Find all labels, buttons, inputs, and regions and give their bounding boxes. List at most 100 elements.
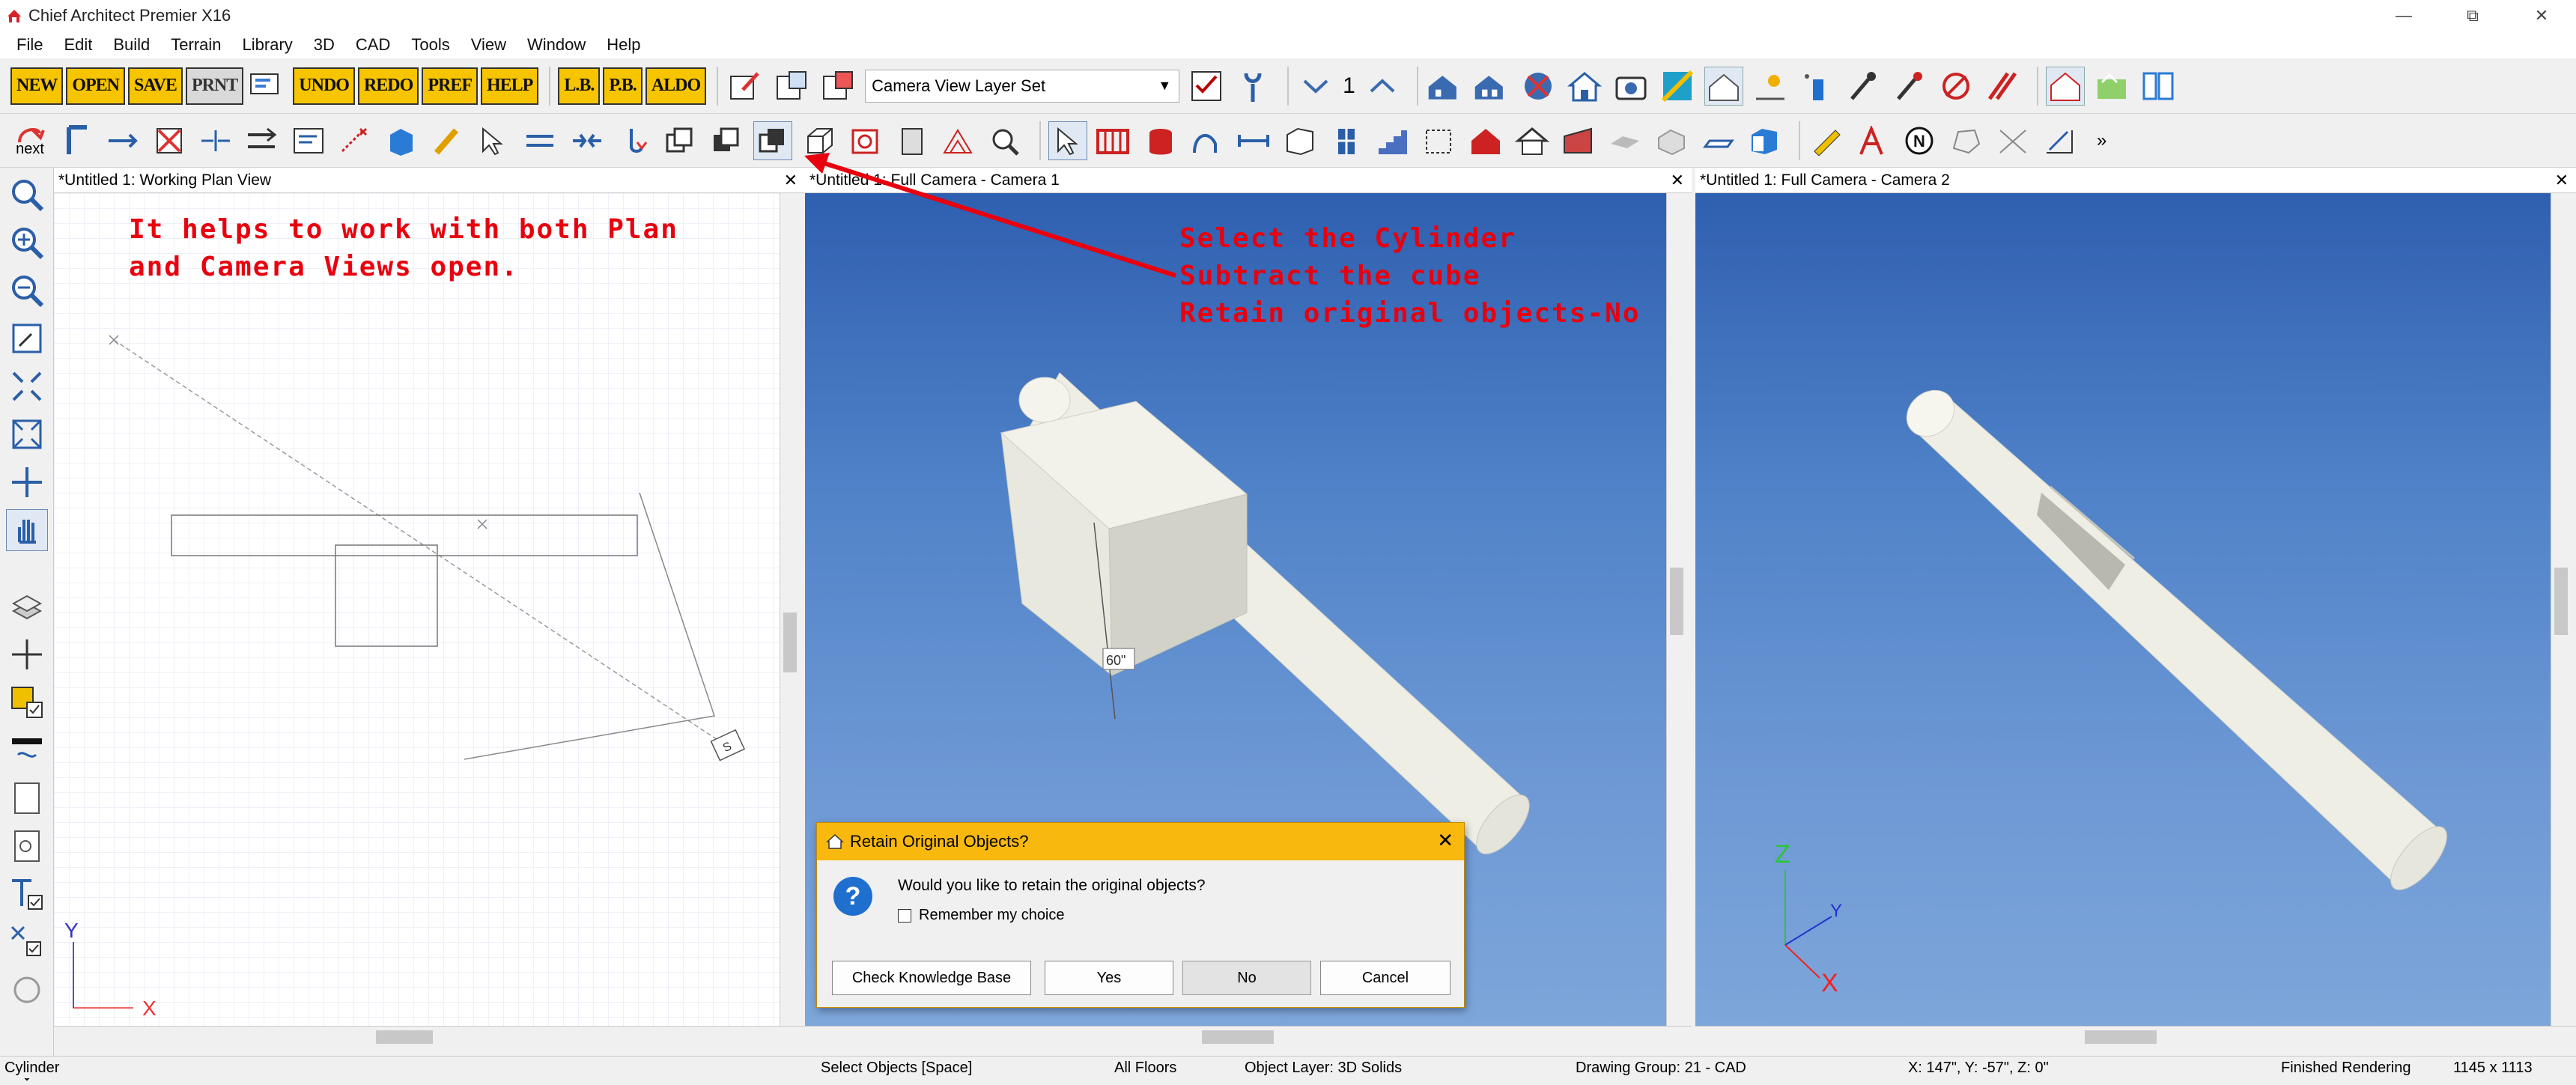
ruler-icon[interactable] xyxy=(1808,121,1847,160)
lb-button[interactable]: L.B. xyxy=(558,67,601,105)
scroll-thumb[interactable] xyxy=(783,613,797,672)
plan-view-icon[interactable] xyxy=(2045,66,2085,106)
plan-canvas[interactable]: S Y X xyxy=(54,193,780,1026)
pref-button[interactable]: PREF xyxy=(422,67,478,105)
menu-tools[interactable]: Tools xyxy=(401,35,460,55)
cube-3d[interactable]: 60" xyxy=(1000,401,1248,720)
menu-view[interactable]: View xyxy=(461,35,517,55)
grid-select-icon[interactable] xyxy=(1420,121,1459,160)
tile-windows-icon[interactable] xyxy=(2139,67,2178,106)
layer-check-icon[interactable] xyxy=(6,681,48,723)
shed-icon[interactable] xyxy=(1559,121,1598,160)
undo-button[interactable]: UNDO xyxy=(293,67,355,105)
close-icon[interactable]: ✕ xyxy=(1437,829,1453,852)
pb-button[interactable]: P.B. xyxy=(603,67,643,105)
text-edit-icon[interactable] xyxy=(289,121,328,160)
menu-help[interactable]: Help xyxy=(596,35,651,55)
plan-vertical-scrollbar[interactable] xyxy=(780,193,799,1026)
floor-down-icon[interactable] xyxy=(1296,67,1335,106)
stairs-icon[interactable] xyxy=(1373,121,1412,160)
break-line-icon[interactable] xyxy=(196,121,235,160)
snap-toggle-icon[interactable] xyxy=(6,921,48,963)
fill-window-icon[interactable] xyxy=(6,365,48,407)
undo-zoom-icon[interactable] xyxy=(6,317,48,359)
new-button[interactable]: NEW xyxy=(10,67,64,105)
menu-terrain[interactable]: Terrain xyxy=(160,35,231,55)
layers-icon[interactable] xyxy=(6,586,48,627)
redo-button[interactable]: REDO xyxy=(357,67,419,105)
minimize-button[interactable]: — xyxy=(2369,0,2438,31)
scroll-thumb[interactable] xyxy=(2085,1030,2157,1044)
menu-edit[interactable]: Edit xyxy=(53,35,103,55)
point-marker-icon[interactable] xyxy=(335,121,374,160)
plan-view-tab[interactable]: *Untitled 1: Working Plan View ✕ xyxy=(54,168,805,193)
dialog-icon[interactable] xyxy=(246,67,285,106)
fill-building-icon[interactable] xyxy=(6,461,48,503)
camera-1-horizontal-scrollbar[interactable] xyxy=(805,1026,1692,1047)
cross-line-icon[interactable] xyxy=(1993,121,2032,160)
check-knowledge-base-button[interactable]: Check Knowledge Base xyxy=(832,961,1031,995)
line-weight-icon[interactable] xyxy=(6,729,48,771)
zoom-icon[interactable] xyxy=(6,174,48,216)
camera-2-horizontal-scrollbar[interactable] xyxy=(1695,1026,2576,1047)
camera-2-vertical-scrollbar[interactable] xyxy=(2551,193,2570,1026)
scroll-thumb[interactable] xyxy=(2554,568,2568,635)
layer-edit-icon[interactable] xyxy=(726,67,765,106)
merge-icon[interactable] xyxy=(568,121,607,160)
no-button[interactable]: No xyxy=(1182,961,1311,995)
layer-set-select[interactable]: Camera View Layer Set ▼ xyxy=(865,69,1180,103)
yes-button[interactable]: Yes xyxy=(1045,961,1173,995)
subtracted-cylinder-3d[interactable] xyxy=(1898,381,2456,899)
toolbar-overflow-icon[interactable]: » xyxy=(2097,130,2106,151)
stripes-icon[interactable] xyxy=(1983,67,2022,106)
cabinet-box-icon[interactable] xyxy=(1745,121,1784,160)
angle-snap-icon[interactable] xyxy=(6,969,48,1011)
camera-1-vertical-scrollbar[interactable] xyxy=(1666,193,1686,1026)
roof-icon[interactable] xyxy=(1513,121,1552,160)
next-button[interactable]: next xyxy=(10,121,49,160)
menu-3d[interactable]: 3D xyxy=(303,35,345,55)
menu-build[interactable]: Build xyxy=(103,35,160,55)
home-icon[interactable] xyxy=(1565,67,1604,106)
house-render-icon[interactable] xyxy=(1704,66,1743,106)
checklist-icon[interactable] xyxy=(1187,67,1226,106)
freeform-icon[interactable] xyxy=(1947,121,1986,160)
spray-icon[interactable] xyxy=(1797,67,1836,106)
move-icon[interactable] xyxy=(103,121,142,160)
delete-icon[interactable] xyxy=(150,121,189,160)
wrench-icon[interactable] xyxy=(1233,67,1272,106)
layer-display-icon[interactable] xyxy=(772,67,811,106)
close-icon[interactable]: ✕ xyxy=(2555,171,2569,190)
help-button[interactable]: HELP xyxy=(480,67,539,105)
wall-icon[interactable] xyxy=(57,121,96,160)
wall-blue-icon[interactable] xyxy=(1698,121,1737,160)
window-icon[interactable] xyxy=(1327,121,1366,160)
folder-house-icon[interactable] xyxy=(2092,67,2131,106)
material-painter-icon[interactable] xyxy=(1658,67,1697,106)
arc-icon[interactable] xyxy=(1188,121,1227,160)
roof-red-icon[interactable] xyxy=(1466,121,1505,160)
camera-2-viewport[interactable]: Z Y X xyxy=(1695,193,2551,1026)
text-style-icon[interactable] xyxy=(6,873,48,915)
menu-cad[interactable]: CAD xyxy=(345,35,401,55)
close-icon[interactable]: ✕ xyxy=(1671,171,1684,190)
camera-icon[interactable] xyxy=(1611,67,1650,106)
page-search-icon[interactable] xyxy=(6,825,48,867)
terrain-icon[interactable] xyxy=(1652,121,1691,160)
north-pointer-icon[interactable]: N xyxy=(1901,121,1939,160)
house-view-icon[interactable] xyxy=(1426,67,1465,106)
open-button[interactable]: OPEN xyxy=(66,67,126,105)
pan-hand-icon[interactable] xyxy=(6,509,48,551)
menu-window[interactable]: Window xyxy=(517,35,596,55)
checkbox-box[interactable] xyxy=(898,908,911,923)
close-window-button[interactable]: ✕ xyxy=(2507,0,2576,31)
blank-page-icon[interactable] xyxy=(6,777,48,819)
house-camera-icon[interactable] xyxy=(1472,67,1511,106)
plan-horizontal-scrollbar[interactable] xyxy=(54,1026,805,1047)
dimension-icon[interactable] xyxy=(1234,121,1273,160)
menu-library[interactable]: Library xyxy=(232,35,303,55)
remember-choice-checkbox[interactable]: Remember my choice xyxy=(898,907,1065,924)
scroll-thumb[interactable] xyxy=(1202,1030,1274,1044)
solid-box-icon[interactable] xyxy=(382,121,421,160)
solid-intersect-icon[interactable] xyxy=(707,121,746,160)
